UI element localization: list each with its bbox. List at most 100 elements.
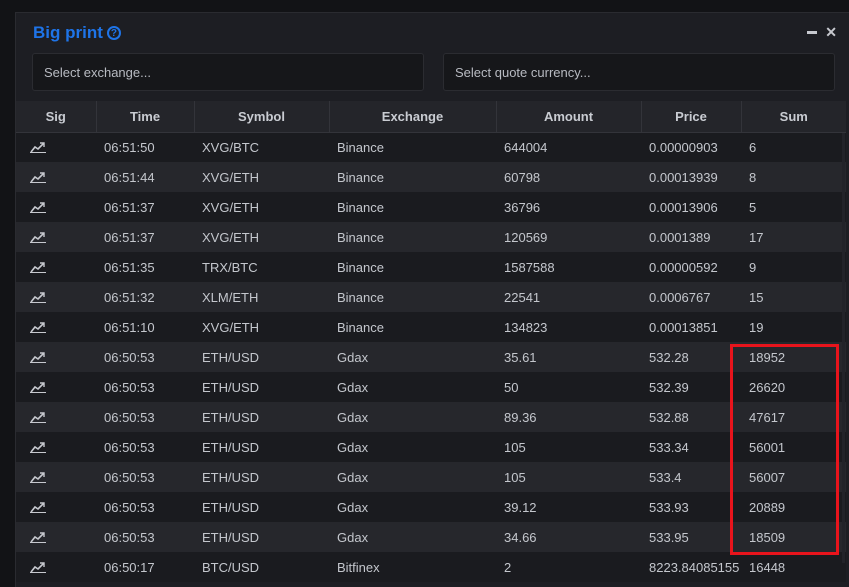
table-body: 06:51:50 XVG/BTC Binance 644004 0.000009… — [16, 132, 846, 582]
sig-cell[interactable] — [16, 432, 96, 462]
exchange-cell: Gdax — [329, 372, 496, 402]
chart-line-icon[interactable] — [30, 171, 46, 183]
table-row[interactable]: 06:51:32 XLM/ETH Binance 22541 0.0006767… — [16, 282, 846, 312]
help-icon[interactable]: ? — [106, 26, 121, 40]
sig-cell[interactable] — [16, 162, 96, 192]
sum-cell: 56001 — [741, 432, 846, 462]
table-row[interactable]: 06:50:53 ETH/USD Gdax 105 533.4 56007 — [16, 462, 846, 492]
time-cell: 06:51:10 — [96, 312, 194, 342]
exchange-cell: Gdax — [329, 522, 496, 552]
table-row[interactable]: 06:50:53 ETH/USD Gdax 105 533.34 56001 — [16, 432, 846, 462]
amount-cell: 39.12 — [496, 492, 641, 522]
sig-cell[interactable] — [16, 312, 96, 342]
price-cell: 0.0001389 — [641, 222, 741, 252]
time-cell: 06:50:53 — [96, 372, 194, 402]
column-header-exchange[interactable]: Exchange — [329, 101, 497, 133]
time-cell: 06:50:53 — [96, 342, 194, 372]
symbol-cell: ETH/USD — [194, 432, 329, 462]
chart-line-icon[interactable] — [30, 141, 46, 154]
minimize-button[interactable] — [807, 23, 818, 41]
sum-cell: 18952 — [741, 342, 846, 372]
sig-cell[interactable] — [16, 492, 96, 522]
quote-select-placeholder: Select quote currency... — [455, 64, 591, 80]
price-cell: 0.00013906 — [641, 192, 741, 222]
time-cell: 06:51:32 — [96, 282, 194, 312]
table-row[interactable]: 06:50:53 ETH/USD Gdax 89.36 532.88 47617 — [16, 402, 846, 432]
chart-line-icon[interactable] — [30, 471, 46, 483]
column-header-price[interactable]: Price — [641, 101, 742, 133]
big-print-panel: Big print ? ✕ Select exchange... Select … — [15, 12, 849, 587]
sig-cell[interactable] — [16, 252, 96, 282]
chart-line-icon[interactable] — [30, 291, 46, 303]
chart-line-icon[interactable] — [30, 531, 46, 543]
window-controls: ✕ — [807, 23, 837, 41]
table-row[interactable]: 06:51:35 TRX/BTC Binance 1587588 0.00000… — [16, 252, 846, 282]
table-row[interactable]: 06:50:17 BTC/USD Bitfinex 2 8223.8408515… — [16, 552, 846, 582]
chart-line-icon[interactable] — [30, 441, 46, 453]
table-row[interactable]: 06:50:53 ETH/USD Gdax 50 532.39 26620 — [16, 372, 846, 402]
amount-cell: 34.66 — [496, 522, 641, 552]
sig-cell[interactable] — [16, 282, 96, 312]
table-row[interactable]: 06:51:44 XVG/ETH Binance 60798 0.0001393… — [16, 162, 846, 192]
symbol-cell: BTC/USD — [194, 552, 329, 582]
table-row[interactable]: 06:51:10 XVG/ETH Binance 134823 0.000138… — [16, 312, 846, 342]
sig-cell[interactable] — [16, 132, 96, 162]
amount-cell: 1587588 — [496, 252, 641, 282]
sig-cell[interactable] — [16, 402, 96, 432]
time-cell: 06:51:35 — [96, 252, 194, 282]
chart-line-icon[interactable] — [30, 321, 46, 333]
sig-cell[interactable] — [16, 342, 96, 372]
sig-cell[interactable] — [16, 372, 96, 402]
table-row[interactable]: 06:50:53 ETH/USD Gdax 34.66 533.95 18509 — [16, 522, 846, 552]
panel-header: Big print ? — [33, 21, 121, 45]
exchange-cell: Bitfinex — [329, 552, 496, 582]
column-header-sig[interactable]: Sig — [16, 101, 97, 133]
table-row[interactable]: 06:50:53 ETH/USD Gdax 39.12 533.93 20889 — [16, 492, 846, 522]
amount-cell: 644004 — [496, 132, 641, 162]
chart-line-icon[interactable] — [30, 561, 46, 573]
sum-cell: 16448 — [741, 552, 846, 582]
symbol-cell: XVG/ETH — [194, 222, 329, 252]
exchange-cell: Binance — [329, 312, 496, 342]
amount-cell: 50 — [496, 372, 641, 402]
sum-cell: 6 — [741, 132, 846, 162]
sig-cell[interactable] — [16, 222, 96, 252]
table-row[interactable]: 06:50:53 ETH/USD Gdax 35.61 532.28 18952 — [16, 342, 846, 372]
chart-line-icon[interactable] — [30, 351, 46, 363]
column-header-time[interactable]: Time — [96, 101, 195, 133]
chart-line-icon[interactable] — [30, 261, 46, 273]
chart-line-icon[interactable] — [30, 201, 46, 213]
symbol-cell: ETH/USD — [194, 522, 329, 552]
sig-cell[interactable] — [16, 522, 96, 552]
sig-cell[interactable] — [16, 552, 96, 582]
sum-cell: 15 — [741, 282, 846, 312]
column-header-symbol[interactable]: Symbol — [194, 101, 330, 133]
exchange-cell: Binance — [329, 132, 496, 162]
exchange-select-placeholder: Select exchange... — [44, 64, 151, 80]
symbol-cell: XVG/ETH — [194, 192, 329, 222]
table-row[interactable]: 06:51:37 XVG/ETH Binance 120569 0.000138… — [16, 222, 846, 252]
symbol-cell: TRX/BTC — [194, 252, 329, 282]
column-header-amount[interactable]: Amount — [496, 101, 642, 133]
exchange-select[interactable]: Select exchange... — [32, 53, 424, 91]
chart-line-icon[interactable] — [30, 381, 46, 393]
amount-cell: 105 — [496, 462, 641, 492]
sum-cell: 8 — [741, 162, 846, 192]
exchange-cell: Gdax — [329, 342, 496, 372]
close-button[interactable]: ✕ — [825, 23, 837, 41]
amount-cell: 22541 — [496, 282, 641, 312]
chart-line-icon[interactable] — [30, 411, 46, 423]
amount-cell: 36796 — [496, 192, 641, 222]
scrollbar[interactable] — [842, 133, 845, 563]
chart-line-icon[interactable] — [30, 231, 46, 243]
price-cell: 0.00013939 — [641, 162, 741, 192]
sum-cell: 19 — [741, 312, 846, 342]
table-row[interactable]: 06:51:50 XVG/BTC Binance 644004 0.000009… — [16, 132, 846, 162]
chart-line-icon[interactable] — [30, 501, 46, 513]
table-row[interactable]: 06:51:37 XVG/ETH Binance 36796 0.0001390… — [16, 192, 846, 222]
sig-cell[interactable] — [16, 462, 96, 492]
column-header-sum[interactable]: Sum — [741, 101, 846, 133]
sig-cell[interactable] — [16, 192, 96, 222]
quote-currency-select[interactable]: Select quote currency... — [443, 53, 835, 91]
price-cell: 0.0006767 — [641, 282, 741, 312]
